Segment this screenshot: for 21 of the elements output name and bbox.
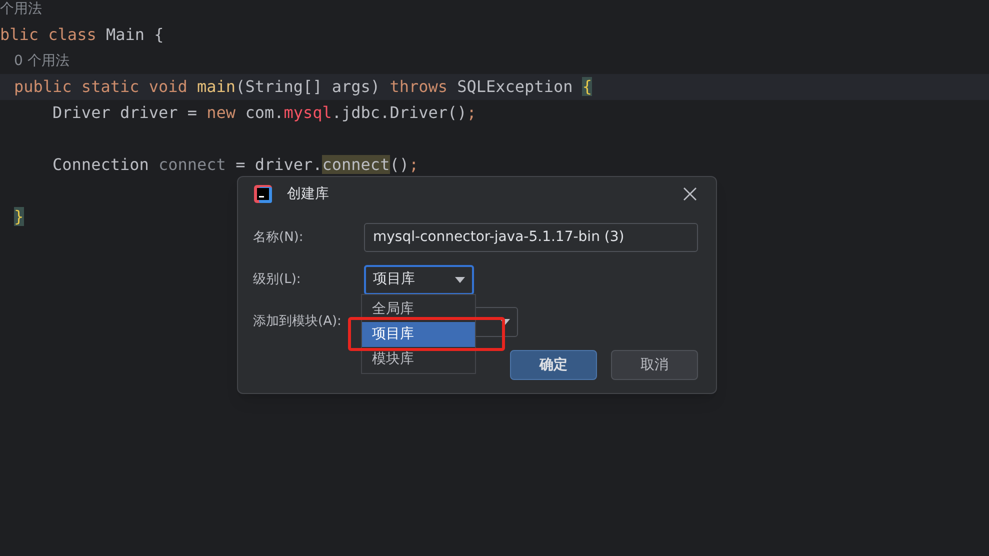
- field-label: 级别(L):: [253, 270, 302, 289]
- menu-item[interactable]: 模块库: [362, 346, 475, 372]
- caret-icon: [455, 276, 465, 282]
- close-button[interactable]: [682, 186, 698, 202]
- field-label: 添加到模块(A):: [253, 312, 342, 331]
- code-line: blic class Main {: [0, 24, 164, 46]
- code-line: public static void main(String[] args) throws SQLException {: [14, 76, 592, 98]
- menu-item[interactable]: 项目库: [362, 322, 475, 346]
- usage-hint: 0 个用法: [14, 52, 70, 70]
- caret-icon: [500, 318, 510, 324]
- close-icon: [683, 187, 697, 201]
- cancel-button[interactable]: 取消: [611, 350, 698, 380]
- usage-hint: 个用法: [0, 0, 42, 18]
- field-label: 名称(N):: [253, 228, 304, 247]
- ok-button[interactable]: 确定: [510, 350, 597, 380]
- dropdown[interactable]: 项目库: [364, 264, 474, 294]
- code-line: Driver driver = new com.mysql.jdbc.Driver();: [52, 102, 476, 124]
- name-field[interactable]: mysql-connector-java-5.1.17-bin (3): [364, 223, 698, 252]
- app-logo-icon: [253, 184, 273, 204]
- code-line: Connection connect = driver.connect();: [52, 154, 419, 176]
- dialog-title: 创建库: [287, 184, 329, 204]
